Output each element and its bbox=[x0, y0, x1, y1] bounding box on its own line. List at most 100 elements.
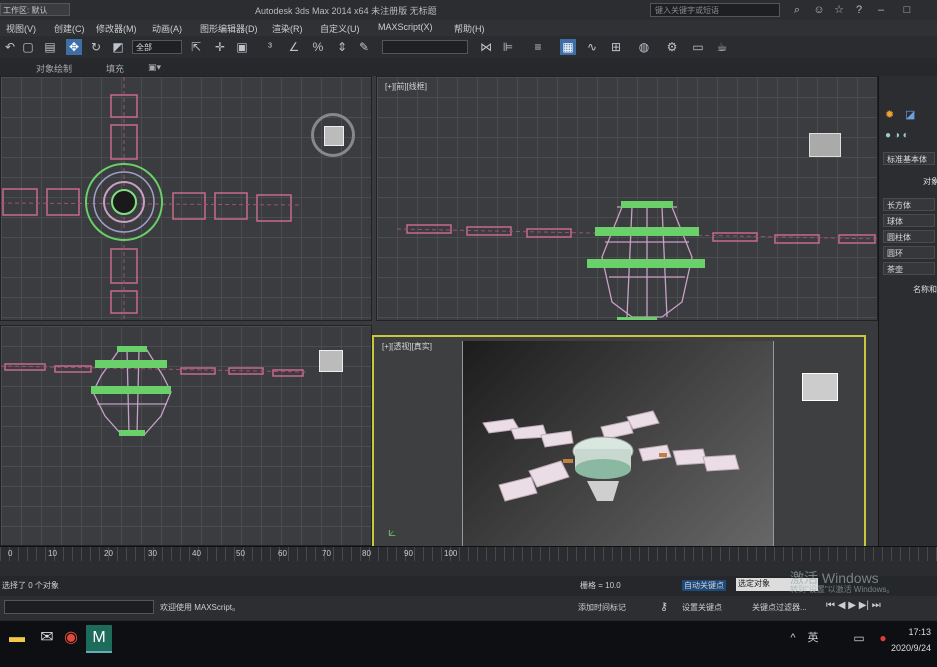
perspective-render bbox=[462, 341, 774, 559]
viewcube-icon[interactable] bbox=[311, 113, 355, 157]
select-by-name-icon[interactable]: ▤ bbox=[42, 39, 58, 55]
playback-controls-icon[interactable]: ⏮ ◀ ▶ ▶| ⏭ bbox=[826, 600, 881, 611]
tick-label: 70 bbox=[322, 549, 331, 558]
minimize-icon[interactable]: – bbox=[874, 3, 888, 17]
sphere-button[interactable]: 球体 bbox=[883, 214, 935, 227]
material-editor-icon[interactable]: ◍ bbox=[636, 39, 652, 55]
front-view-model bbox=[396, 201, 877, 320]
select-region-icon[interactable]: ▢ bbox=[20, 39, 36, 55]
select-object-icon[interactable]: ⇱ bbox=[188, 39, 204, 55]
schematic-view-icon[interactable]: ⊞ bbox=[608, 39, 624, 55]
menu-item-animation[interactable]: 动画(A) bbox=[152, 22, 182, 35]
viewport-area: [+][前][线框] [+][透视][真实] ⟀ bbox=[0, 76, 878, 561]
chat-icon[interactable]: ▭ bbox=[846, 625, 872, 651]
3dsmax-taskbar-icon[interactable]: M bbox=[86, 625, 112, 653]
named-selection-dropdown[interactable] bbox=[382, 40, 468, 54]
render-setup-icon[interactable]: ⚙ bbox=[664, 39, 680, 55]
name-color-section[interactable]: 名称和 bbox=[913, 284, 937, 295]
ime-indicator[interactable]: 英 bbox=[800, 625, 826, 651]
torus-button[interactable]: 圆环 bbox=[883, 246, 935, 259]
viewport-left[interactable] bbox=[0, 325, 372, 546]
angle-snap-icon[interactable]: ∠ bbox=[286, 39, 302, 55]
select-and-rotate-icon[interactable]: ↻ bbox=[88, 39, 104, 55]
viewcube-icon[interactable] bbox=[809, 133, 841, 157]
chrome-icon[interactable]: ◉ bbox=[58, 625, 84, 651]
menu-item-modifiers[interactable]: 修改器(M) bbox=[96, 22, 137, 35]
key-icon[interactable]: ⚷ bbox=[660, 600, 668, 613]
menu-item-view[interactable]: 视图(V) bbox=[6, 22, 36, 35]
add-time-tag[interactable]: 添加时间标记 bbox=[578, 602, 626, 613]
viewport-icon[interactable]: ▣ bbox=[234, 39, 250, 55]
bottom-bar: 欢迎使用 MAXScript。 添加时间标记 ⚷ 设置关键点 关键点过滤器...… bbox=[0, 596, 937, 620]
main-toolbar: ↶ ▢ ▤ ✥ ↻ ◩ 全部 ⇱ ✛ ▣ ³ ∠ % ⇕ ✎ ⋈ ⊫ ≡ ▦ ∿… bbox=[0, 36, 937, 59]
mirror-icon[interactable]: ⋈ bbox=[478, 39, 494, 55]
mail-icon[interactable]: ✉ bbox=[34, 625, 60, 651]
satellite-model bbox=[482, 410, 740, 502]
viewcube-icon[interactable] bbox=[802, 373, 838, 401]
cylinder-button[interactable]: 圆柱体 bbox=[883, 230, 935, 243]
workspace-selector[interactable]: 工作区: 默认 bbox=[0, 3, 70, 16]
star-icon[interactable]: ☆ bbox=[832, 3, 846, 17]
viewcube-icon[interactable] bbox=[319, 350, 343, 372]
move-gizmo-icon[interactable]: ✛ bbox=[212, 39, 228, 55]
viewport-front[interactable]: [+][前][线框] bbox=[376, 76, 878, 321]
menu-item-rendering[interactable]: 渲染(R) bbox=[272, 22, 303, 35]
window-title: Autodesk 3ds Max 2014 x64 未注册版 无标题 bbox=[255, 6, 437, 16]
curve-editor-icon[interactable]: ∿ bbox=[584, 39, 600, 55]
viewport-perspective[interactable]: [+][透视][真实] ⟀ bbox=[372, 335, 866, 561]
teapot-button[interactable]: 茶壶 bbox=[883, 262, 935, 275]
menu-item-create[interactable]: 创建(C) bbox=[54, 22, 85, 35]
search-input[interactable]: 键入关键字或短语 bbox=[650, 3, 780, 17]
welcome-text: 欢迎使用 MAXScript。 bbox=[160, 603, 241, 612]
menu-item-graph-editors[interactable]: 图形编辑器(D) bbox=[200, 22, 258, 35]
rendered-frame-icon[interactable]: ▭ bbox=[690, 39, 706, 55]
file-explorer-icon[interactable]: ▬ bbox=[4, 625, 30, 651]
maximize-icon[interactable]: □ bbox=[900, 3, 914, 17]
title-bar: 工作区: 默认 Autodesk 3ds Max 2014 x64 未注册版 无… bbox=[0, 0, 937, 21]
snap-3d-icon[interactable]: ³ bbox=[262, 39, 278, 55]
timeline-ruler[interactable] bbox=[0, 547, 937, 561]
tick-label: 100 bbox=[444, 549, 458, 558]
clock-time[interactable]: 17:13 bbox=[908, 627, 931, 637]
user-icon[interactable]: ☺ bbox=[812, 3, 826, 17]
tick-label: 90 bbox=[404, 549, 413, 558]
layer-manager-icon[interactable]: ≡ bbox=[530, 39, 546, 55]
viewport-top[interactable] bbox=[0, 76, 372, 321]
tick-label: 20 bbox=[104, 549, 113, 558]
auto-key-button[interactable]: 自动关键点 bbox=[682, 580, 726, 591]
percent-snap-icon[interactable]: % bbox=[310, 39, 326, 55]
select-and-move-icon[interactable]: ✥ bbox=[66, 39, 82, 55]
menu-item-help[interactable]: 帮助(H) bbox=[454, 22, 485, 35]
menu-item-customize[interactable]: 自定义(U) bbox=[320, 22, 360, 35]
edit-named-selection-icon[interactable]: ✎ bbox=[356, 39, 372, 55]
activation-subtitle: 转到"设置"以激活 Windows。 bbox=[790, 585, 895, 594]
taskbar: ▬ ✉ ◉ M ^ 英 ▭ ● 17:13 2020/9/24 bbox=[0, 620, 937, 667]
object-type-dropdown[interactable]: 标准基本体 bbox=[883, 152, 935, 165]
select-and-scale-icon[interactable]: ◩ bbox=[110, 39, 126, 55]
left-view-model bbox=[1, 346, 307, 436]
set-key-button[interactable]: 设置关键点 bbox=[682, 602, 722, 613]
selection-filter-dropdown[interactable]: 全部 bbox=[132, 40, 182, 54]
create-tab-icon[interactable]: ✹ bbox=[885, 108, 894, 121]
ribbon-tab-object-paint[interactable]: 对象绘制 bbox=[36, 62, 72, 75]
modify-tab-icon[interactable]: ◪ bbox=[905, 108, 915, 121]
render-teapot-icon[interactable]: ☕ bbox=[714, 39, 730, 55]
selection-status: 选择了 0 个对象 bbox=[2, 581, 59, 590]
ribbon-tab-populate[interactable]: 填充 bbox=[106, 62, 124, 75]
menu-item-maxscript[interactable]: MAXScript(X) bbox=[378, 22, 433, 32]
align-icon[interactable]: ⊫ bbox=[500, 39, 516, 55]
clock-date[interactable]: 2020/9/24 bbox=[891, 643, 931, 653]
viewport-label-perspective[interactable]: [+][透视][真实] bbox=[382, 341, 432, 352]
box-button[interactable]: 长方体 bbox=[883, 198, 935, 211]
ribbon-toggle-icon[interactable]: ▣▾ bbox=[148, 62, 161, 73]
binoculars-icon[interactable]: ⌕ bbox=[790, 3, 804, 17]
help-icon[interactable]: ? bbox=[852, 3, 866, 17]
geometry-icon[interactable]: ● ◑ ◐ bbox=[885, 130, 909, 141]
tick-label: 80 bbox=[362, 549, 371, 558]
maxscript-listener[interactable] bbox=[4, 600, 154, 614]
spinner-snap-icon[interactable]: ⇕ bbox=[334, 39, 350, 55]
scene-explorer-icon[interactable]: ▦ bbox=[560, 39, 576, 55]
undo-icon[interactable]: ↶ bbox=[2, 39, 18, 55]
key-filters-button[interactable]: 关键点过滤器... bbox=[752, 602, 807, 613]
object-type-section[interactable]: 对象 bbox=[923, 176, 937, 187]
